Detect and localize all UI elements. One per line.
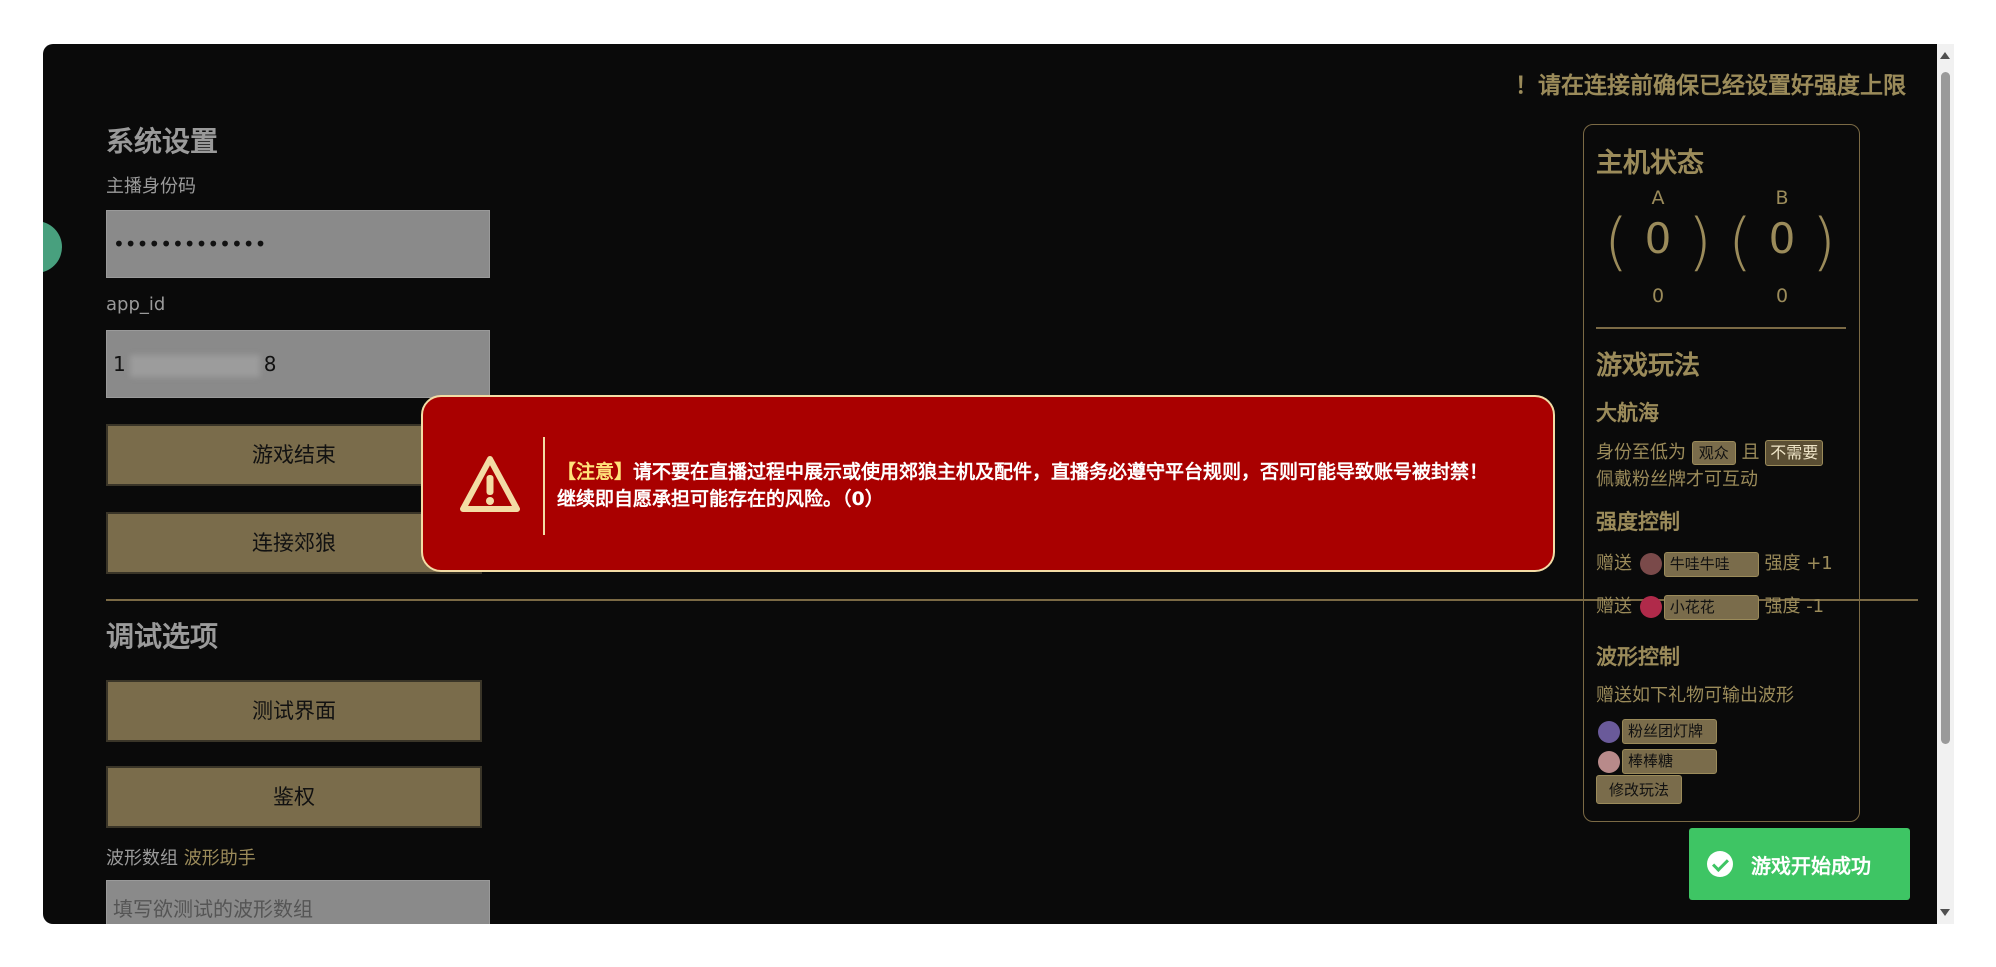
- mode-name: 大航海: [1596, 401, 1659, 425]
- check-circle-icon: [1707, 851, 1733, 877]
- gift-give-label: 赠送: [1596, 596, 1632, 617]
- modal-text: 请不要在直播过程中展示或使用郊狼主机及配件，直播务必遵守平台规则，否则可能导致账…: [557, 461, 1489, 510]
- app-id-redacted: [129, 354, 260, 377]
- auth-button[interactable]: 鉴权: [106, 766, 482, 828]
- and-text: 且: [1741, 442, 1760, 463]
- medal-select[interactable]: 不需要: [1765, 440, 1824, 466]
- lollipop-gift-icon: [1598, 750, 1620, 773]
- debug-heading: 调试选项: [106, 620, 219, 653]
- wave-gift-row-1: 粉丝团灯牌: [1596, 719, 1717, 744]
- modal-divider: [543, 437, 545, 535]
- identity-prefix: 身份至低为: [1596, 442, 1686, 463]
- wave-array-label: 波形数组 波形助手: [106, 844, 256, 870]
- system-settings-heading: 系统设置: [106, 125, 219, 158]
- gift-down-input[interactable]: 小花花: [1663, 594, 1759, 620]
- app-id-label: app_id: [106, 294, 166, 315]
- identity-row: 身份至低为 观众 且 不需要: [1596, 438, 1824, 466]
- host-status-panel: 主机状态 A ( 0 ) 0 B ( 0 ) 0 游戏玩法 大航海 身份至低为 …: [1583, 124, 1860, 822]
- host-status-title: 主机状态: [1596, 148, 1704, 179]
- gameplay-title: 游戏玩法: [1596, 351, 1701, 381]
- warning-icon: [460, 456, 520, 512]
- channel-a-dial: A ( 0 ) 0: [1604, 187, 1712, 307]
- anchor-id-value: •••••••••••••: [113, 232, 267, 256]
- edit-gameplay-button[interactable]: 修改玩法: [1596, 775, 1683, 804]
- channel-b-sub: 0: [1775, 285, 1789, 307]
- paren-right-icon: ): [1687, 205, 1712, 278]
- flower-gift-icon: [1639, 596, 1662, 618]
- toast-message: 游戏开始成功: [1751, 854, 1871, 878]
- anchor-id-label: 主播身份码: [106, 176, 196, 197]
- cow-gift-icon: [1639, 553, 1662, 575]
- scroll-up-icon[interactable]: [1940, 52, 1950, 59]
- modal-message: 【注意】请不要在直播过程中展示或使用郊狼主机及配件，直播务必遵守平台规则，否则可…: [557, 459, 1507, 513]
- scroll-down-icon[interactable]: [1940, 909, 1950, 916]
- anchor-id-field[interactable]: •••••••••••••: [106, 210, 490, 278]
- wave-label: 波形数组: [106, 848, 178, 869]
- wave-gift-1-input[interactable]: 粉丝团灯牌: [1622, 719, 1717, 744]
- wave-array-input[interactable]: 填写欲测试的波形数组: [106, 880, 490, 924]
- panel-divider: [1596, 327, 1846, 329]
- medal-text: 佩戴粉丝牌才可互动: [1596, 469, 1758, 490]
- strength-title: 强度控制: [1596, 510, 1680, 534]
- gift-down-row: 赠送 小花花 强度 -1: [1596, 592, 1824, 620]
- app-id-prefix: 1: [113, 352, 126, 376]
- channel-a-sub: 0: [1651, 285, 1665, 307]
- fan-lamp-gift-icon: [1598, 720, 1620, 743]
- wave-gift-2-input[interactable]: 棒棒糖: [1622, 749, 1717, 774]
- warning-modal: 【注意】请不要在直播过程中展示或使用郊狼主机及配件，直播务必遵守平台规则，否则可…: [421, 395, 1555, 572]
- wave-control-title: 波形控制: [1596, 645, 1680, 669]
- wave-desc: 赠送如下礼物可输出波形: [1596, 685, 1794, 706]
- wave-helper-link[interactable]: 波形助手: [184, 848, 256, 869]
- paren-right-icon: ): [1811, 205, 1836, 278]
- app-id-field[interactable]: 18: [106, 330, 490, 398]
- side-handle[interactable]: [43, 221, 62, 273]
- gift-give-label: 赠送: [1596, 553, 1632, 574]
- test-ui-button[interactable]: 测试界面: [106, 680, 482, 742]
- gift-up-row: 赠送 牛哇牛哇 强度 +1: [1596, 549, 1833, 577]
- identity-select[interactable]: 观众: [1691, 441, 1736, 465]
- top-warning: ！请在连接前确保已经设置好强度上限: [1515, 73, 1906, 99]
- gift-down-effect: 强度 -1: [1764, 596, 1825, 617]
- app-id-suffix: 8: [263, 352, 277, 376]
- scroll-thumb[interactable]: [1941, 72, 1950, 744]
- gift-up-effect: 强度 +1: [1764, 553, 1833, 574]
- modal-tag: 【注意】: [557, 461, 634, 483]
- wave-gift-row-2: 棒棒糖: [1596, 749, 1717, 774]
- channel-b-dial: B ( 0 ) 0: [1728, 187, 1836, 307]
- scrollbar[interactable]: [1937, 44, 1954, 924]
- success-toast: 游戏开始成功: [1689, 828, 1910, 900]
- gift-up-input[interactable]: 牛哇牛哇: [1663, 551, 1759, 577]
